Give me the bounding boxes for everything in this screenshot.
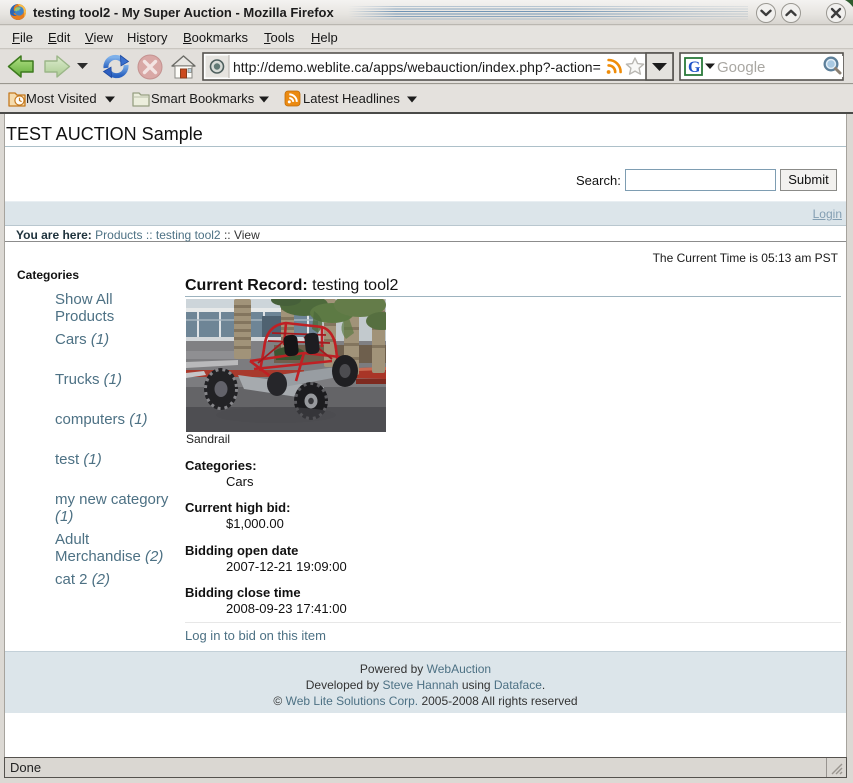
svg-text:http://demo.weblite.ca/apps/we: http://demo.weblite.ca/apps/webauction/i… bbox=[233, 59, 601, 75]
svg-text:Google: Google bbox=[717, 59, 765, 76]
svg-text:G: G bbox=[688, 59, 701, 76]
